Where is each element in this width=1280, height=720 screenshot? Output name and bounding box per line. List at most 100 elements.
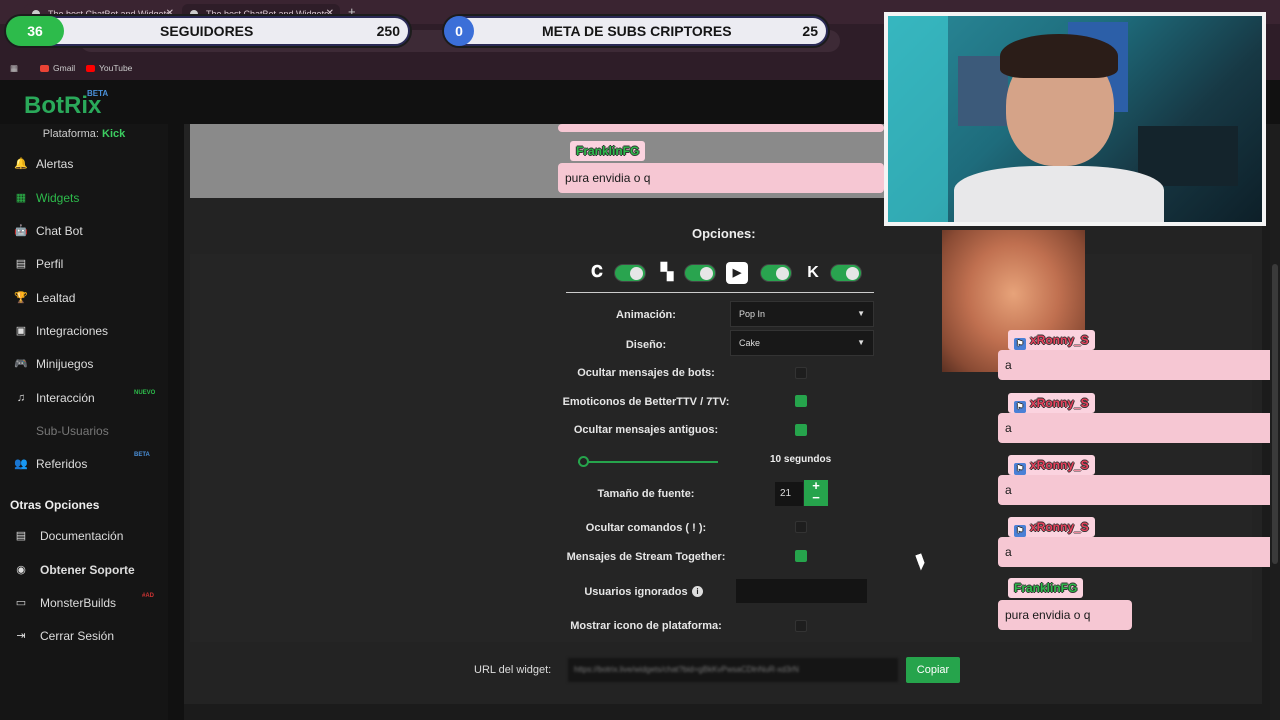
preview-message: pura envidia o q: [558, 163, 884, 193]
chat-username: ⚑ xRonny_S: [1008, 517, 1095, 537]
chat-username: FranklinFG: [1008, 578, 1084, 598]
divider: [566, 292, 874, 293]
preview-message-partial: [558, 124, 884, 132]
wall-light: [888, 16, 948, 222]
other-item-label: Obtener Soporte: [40, 563, 135, 577]
sidebar-item-10[interactable]: 👥 Referidos: [14, 457, 87, 471]
chat-username: ⚑ xRonny_S: [1008, 330, 1095, 350]
chevron-down-icon: ▼: [857, 309, 865, 318]
sidebar-item-7[interactable]: 🎮 Minijuegos: [14, 357, 93, 371]
seconds-slider-track[interactable]: [578, 461, 718, 463]
id-card-icon: ▤: [15, 258, 27, 270]
chat-message: a: [998, 413, 1280, 443]
minus-icon[interactable]: −: [804, 491, 828, 504]
bookmark-label: YouTube: [99, 63, 133, 73]
chat-username-text: xRonny_S: [1030, 458, 1089, 472]
chat-username-text: xRonny_S: [1030, 520, 1089, 534]
platform-icon-label: Mostrar icono de plataforma:: [570, 620, 722, 632]
other-item-3[interactable]: ▭ MonsterBuilds: [14, 596, 116, 610]
hide-old-checkbox[interactable]: [795, 424, 807, 436]
bookmark-youtube[interactable]: YouTube: [86, 63, 132, 73]
beta-badge: BETA: [87, 89, 109, 98]
sidebar-item-2[interactable]: ▦ Widgets: [14, 191, 80, 205]
platform-toggle-2[interactable]: [684, 264, 716, 282]
kick-alt-icon: 𝐂: [591, 264, 603, 281]
webcam-overlay: [884, 12, 1266, 226]
screen: The best ChatBot and Widgets ✕ The best …: [0, 0, 1280, 720]
platform-toggle-3[interactable]: [760, 264, 792, 282]
font-size-input[interactable]: 21: [775, 482, 803, 506]
platform-toggle-4[interactable]: [830, 264, 862, 282]
bttv-checkbox[interactable]: [795, 395, 807, 407]
followers-goal: 250: [376, 23, 400, 39]
lifebuoy-icon: ◉: [16, 564, 26, 576]
design-select[interactable]: Cake ▼: [730, 330, 874, 356]
scrollbar-thumb[interactable]: [1272, 264, 1278, 564]
kick-badge-icon: ⚑: [1014, 525, 1026, 537]
sidebar-item-3[interactable]: 🤖 Chat Bot: [14, 224, 83, 238]
sidebar-item-label: Integraciones: [36, 324, 109, 338]
book-icon: ▤: [15, 530, 27, 542]
other-item-1[interactable]: ▤ Documentación: [14, 529, 124, 543]
other-item-2[interactable]: ◉ Obtener Soporte: [14, 563, 135, 577]
animation-value: Pop In: [739, 309, 766, 319]
sidebar-item-9[interactable]: Sub-Usuarios: [14, 424, 109, 438]
hide-old-label: Ocultar mensajes antiguos:: [573, 424, 719, 436]
laptop-icon: ▭: [15, 597, 27, 609]
chevron-down-icon: ▼: [857, 338, 865, 347]
youtube-icon: ▶: [726, 262, 748, 284]
sidebar-item-label: Interacción: [36, 391, 95, 405]
platform-icon-checkbox[interactable]: [795, 620, 807, 632]
bookmark-label: Gmail: [53, 63, 76, 73]
sidebar-item-label: Minijuegos: [36, 357, 94, 371]
hair: [1000, 34, 1118, 78]
chat-message: a: [998, 475, 1280, 505]
robot-icon: 🤖: [14, 225, 28, 237]
bttv-label: Emoticonos de BetterTTV / 7TV:: [562, 396, 730, 408]
sidebar-tag: BETA: [134, 452, 150, 458]
kick-badge-icon: ⚑: [1014, 338, 1026, 350]
seconds-slider-handle[interactable]: [578, 456, 589, 467]
hide-bots-checkbox[interactable]: [795, 367, 807, 379]
subs-label: META DE SUBS CRIPTORES: [542, 23, 732, 39]
kick-badge-icon: ⚑: [1014, 463, 1026, 475]
copy-button[interactable]: Copiar: [906, 657, 960, 683]
sidebar-item-5[interactable]: 🏆 Lealtad: [14, 291, 75, 305]
sidebar-item-8[interactable]: ♫ Interacción: [14, 391, 95, 405]
subs-goal-bar: 0 META DE SUBS CRIPTORES 25: [444, 16, 828, 46]
chat-message: a: [998, 537, 1280, 567]
apps-icon[interactable]: ▦: [10, 63, 18, 74]
other-item-4[interactable]: ⇥ Cerrar Sesión: [14, 629, 114, 643]
ignored-users-input[interactable]: [736, 579, 867, 603]
sidebar-item-1[interactable]: 🔔 Alertas: [14, 157, 73, 171]
scrollbar[interactable]: [1270, 124, 1280, 720]
other-item-label: Cerrar Sesión: [40, 629, 115, 643]
chat-message: a: [998, 350, 1280, 380]
ignored-users-label: Usuarios ignorados: [584, 586, 688, 598]
hide-commands-checkbox[interactable]: [795, 521, 807, 533]
monitor: [1138, 126, 1238, 186]
sidebar-item-4[interactable]: ▤ Perfil: [14, 257, 64, 271]
shirt: [954, 166, 1164, 222]
gutter: [168, 124, 184, 720]
stream-together-label: Mensajes de Stream Together:: [566, 551, 726, 563]
widget-url-label: URL del widget:: [474, 664, 552, 676]
font-size-stepper[interactable]: + −: [804, 479, 828, 506]
bookmark-gmail[interactable]: Gmail: [40, 63, 75, 73]
sidebar-item-label: Widgets: [36, 191, 80, 205]
plug-icon: ▣: [15, 325, 27, 337]
followers-current: 36: [6, 16, 64, 46]
chat-username: ⚑ xRonny_S: [1008, 393, 1095, 413]
youtube-icon: [86, 65, 95, 73]
animation-select[interactable]: Pop In ▼: [730, 301, 874, 327]
info-icon[interactable]: i: [692, 586, 703, 597]
stream-together-checkbox[interactable]: [795, 550, 807, 562]
animation-label: Animación:: [616, 309, 676, 321]
webcam-video: [888, 16, 1262, 222]
platform-toggle-1[interactable]: [614, 264, 646, 282]
user-group-icon: 👥: [14, 458, 28, 470]
sidebar-tag: NUEVO: [134, 390, 156, 396]
widget-url-field[interactable]: https://botrix.live/widgets/chat?bid=gBk…: [568, 658, 898, 682]
sidebar-item-6[interactable]: ▣ Integraciones: [14, 324, 108, 338]
other-item-label: MonsterBuilds: [40, 596, 117, 610]
